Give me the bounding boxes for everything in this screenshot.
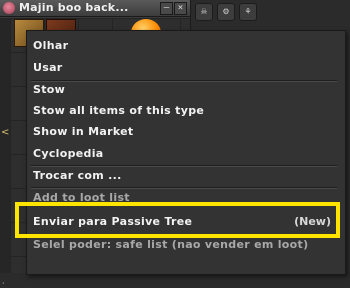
inventory-titlebar[interactable]: Majin boo back... – ×: [0, 0, 190, 17]
menu-item-olhar[interactable]: Olhar: [33, 37, 68, 54]
menu-item-add-loot-list[interactable]: Add to loot list: [33, 189, 130, 206]
menu-divider: [31, 80, 337, 82]
new-badge: (New): [294, 215, 331, 228]
skull-icon[interactable]: ☠: [195, 3, 213, 21]
menu-item-usar[interactable]: Usar: [33, 59, 63, 76]
backpack-icon: [3, 2, 15, 14]
close-button[interactable]: ×: [174, 2, 187, 15]
settings-icon[interactable]: ⚘: [239, 3, 257, 21]
inventory-title: Majin boo back...: [19, 1, 129, 14]
menu-item-trocar[interactable]: Trocar com ...: [33, 167, 122, 184]
context-menu: Olhar Usar Stow Stow all items of this t…: [26, 30, 346, 275]
menu-item-stow[interactable]: Stow: [33, 81, 65, 98]
minimize-button[interactable]: –: [160, 2, 173, 15]
menu-item-show-in-market[interactable]: Show in Market: [33, 123, 133, 140]
menu-item-cyclopedia[interactable]: Cyclopedia: [33, 145, 104, 162]
menu-item-safe-list[interactable]: Selel poder: safe list (nao vender em lo…: [33, 236, 308, 253]
expand-arrow-icon[interactable]: <: [1, 127, 9, 138]
inventory-sidebar: < ·: [0, 18, 10, 288]
sort-icon[interactable]: ⚙: [217, 3, 235, 21]
menu-item-stow-all[interactable]: Stow all items of this type: [33, 102, 204, 119]
resize-handle[interactable]: ·: [2, 279, 5, 288]
menu-item-enviar-passive-tree[interactable]: Enviar para Passive Tree: [33, 213, 192, 230]
